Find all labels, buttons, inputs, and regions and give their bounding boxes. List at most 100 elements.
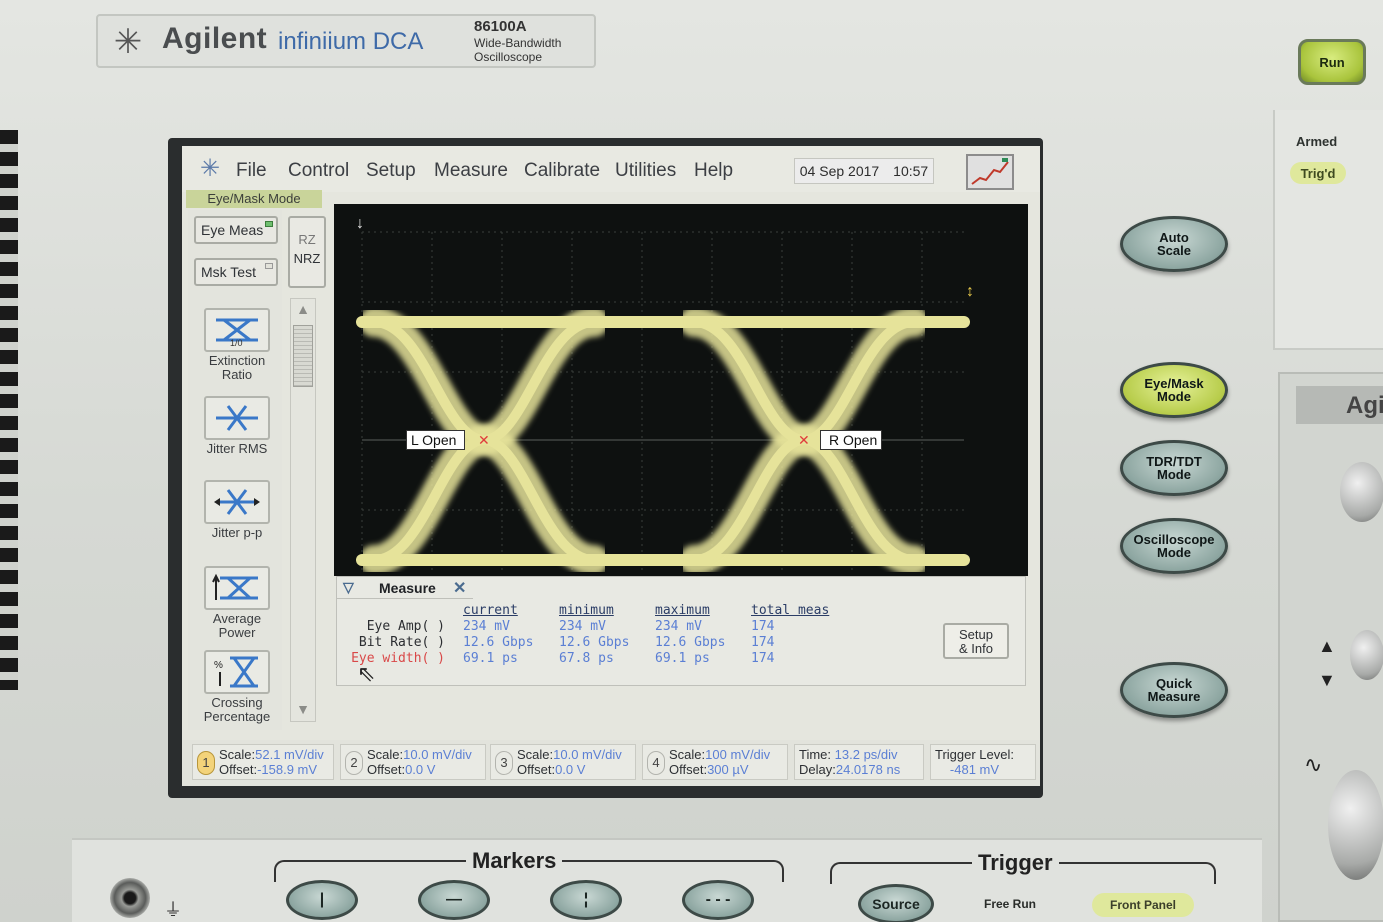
crossing-percentage-tool[interactable]: % Crossing Percentage [196,650,278,732]
nrz-option[interactable]: NRZ [290,251,324,266]
product-name: infiniium DCA [278,28,424,55]
extinction-ratio-icon: 1/0 [204,308,270,352]
measure-tab-title: Measure [379,580,436,596]
model-number: 86100A [474,18,527,35]
ground-jack [110,878,150,918]
menu-measure[interactable]: Measure [434,160,508,182]
ground-icon: ⏚ [164,900,182,920]
marker-key-3[interactable]: ¦ [550,880,622,920]
menu-setup[interactable]: Setup [366,160,416,182]
marker-key-1[interactable]: | [286,880,358,920]
column-maximum: maximum [655,603,710,618]
extinction-ratio-tool[interactable]: 1/0 Extinction Ratio [196,308,278,390]
quick-measure-button[interactable]: Quick Measure [1120,662,1228,718]
collapse-chevron-icon[interactable]: ▽ [343,579,354,596]
jitter-pp-tool[interactable]: Jitter p-p [196,480,278,562]
down-arrow-icon[interactable]: ▼ [1318,670,1336,691]
signal-wave-icon: ∿ [1304,752,1323,777]
menu-control[interactable]: Control [288,160,349,182]
channel-1-status[interactable]: 1 Scale:52.1 mV/div Offset:-158.9 mV [192,744,334,780]
msk-test-button[interactable]: Msk Test [194,258,278,286]
channel-3-offset: 0.0 V [555,762,586,777]
status-bar: 1 Scale:52.1 mV/div Offset:-158.9 mV 2 Sc… [182,740,1040,786]
row-label-eye-amp[interactable]: Eye Amp( ) [341,619,445,634]
left-crossing-marker: ✕ [478,432,490,448]
trigger-arrow-icon: ↓ [356,215,364,232]
mouse-pointer-icon: ⇖ [357,661,376,686]
status-led-icon [265,221,273,227]
left-open-marker: L Open [406,430,466,450]
channel-4-status[interactable]: 4 Scale:100 mV/div Offset:300 µV [642,744,788,780]
trigger-source-button[interactable]: Source [858,884,934,922]
eye-diagram-svg: ↓ ↕ ✕ ✕ [349,215,977,575]
marker-key-4[interactable]: - - - [682,880,754,920]
agilent-spark-icon: ✳ [113,23,143,61]
timebase-status[interactable]: Time: 13.2 ps/div Delay:24.0178 ns [794,744,924,780]
tdr-tdt-mode-button[interactable]: TDR/TDT Mode [1120,440,1228,496]
mode-label: Eye/Mask Mode [186,190,322,208]
column-current: current [463,603,518,618]
channel-1-offset: -158.9 mV [257,762,318,777]
jitter-rms-icon [204,396,270,440]
model-description: Wide-Bandwidth Oscilloscope [474,36,562,64]
menu-calibrate[interactable]: Calibrate [524,160,600,182]
display-screen: ✳ File Control Setup Measure Calibrate U… [182,146,1040,786]
menu-file[interactable]: File [236,160,267,182]
time-per-div: 13.2 ps/div [834,747,898,762]
armed-label: Armed [1296,134,1338,149]
channel-knob[interactable] [1340,462,1383,522]
setup-info-button[interactable]: Setup & Info [943,623,1009,659]
table-cell: 174 [751,651,775,666]
row-label-bit-rate[interactable]: Bit Rate( ) [341,635,445,650]
table-cell: 174 [751,635,775,650]
marker-key-2[interactable]: — [418,880,490,920]
svg-text:1/0: 1/0 [230,338,243,348]
average-power-icon [204,566,270,610]
up-arrow-icon[interactable]: ▲ [1318,636,1336,657]
input-connector [1328,770,1383,880]
rz-option[interactable]: RZ [290,232,324,247]
channel-2-offset: 0.0 V [405,762,436,777]
close-icon[interactable]: ✕ [453,578,466,598]
channel-3-badge: 3 [495,751,513,775]
channel-4-offset: 300 µV [707,762,749,777]
rz-nrz-selector[interactable]: RZ NRZ [288,216,326,288]
vent-strip [0,130,18,690]
table-cell: 234 mV [559,619,606,634]
eye-meas-button[interactable]: Eye Meas [194,216,278,244]
right-open-marker: R Open [820,430,883,450]
channel-3-status[interactable]: 3 Scale:10.0 mV/div Offset:0.0 V [490,744,636,780]
channel-1-badge: 1 [197,751,215,775]
menu-help[interactable]: Help [694,160,733,182]
front-panel-indicator: Front Panel [1092,893,1194,917]
table-cell: 67.8 ps [559,651,614,666]
scroll-thumb[interactable] [293,325,313,387]
jitter-pp-icon [204,480,270,524]
date-text: 04 Sep 2017 [799,163,880,179]
channel-2-status[interactable]: 2 Scale:10.0 mV/div Offset:0.0 V [340,744,486,780]
auto-scale-button[interactable]: Auto Scale [1120,216,1228,272]
oscilloscope-mode-button[interactable]: Oscilloscope Mode [1120,518,1228,574]
eye-mask-mode-button[interactable]: Eye/Mask Mode [1120,362,1228,418]
run-button[interactable]: Run [1298,39,1366,85]
waveform-window-icon[interactable] [966,154,1014,190]
toolbar-scrollbar[interactable]: ▲ ▼ [290,298,316,722]
menu-utilities[interactable]: Utilities [615,160,676,182]
table-cell: 69.1 ps [463,651,518,666]
trigger-level-status[interactable]: Trigger Level: -481 mV [930,744,1036,780]
measure-tab[interactable]: ▽ Measure ✕ [337,577,473,599]
brand-plate: ✳ Agilent infiniium DCA 86100A Wide-Band… [96,14,596,68]
time-text: 10:57 [893,163,929,179]
free-run-label: Free Run [984,897,1037,911]
eye-diagram-display[interactable]: ↓ ↕ ✕ ✕ L Open R Open [334,204,1028,576]
svg-text:%: % [214,660,223,671]
markers-group-title: Markers [466,848,563,874]
scroll-down-icon[interactable]: ▼ [293,701,313,719]
jitter-rms-tool[interactable]: Jitter RMS [196,396,278,478]
delay-value: 24.0178 ns [835,762,901,777]
crossing-percentage-icon: % [204,650,270,694]
agilent-spark-icon: ✳ [200,155,221,182]
offset-knob[interactable] [1350,630,1383,680]
average-power-tool[interactable]: Average Power [196,566,278,648]
scroll-up-icon[interactable]: ▲ [293,301,313,319]
